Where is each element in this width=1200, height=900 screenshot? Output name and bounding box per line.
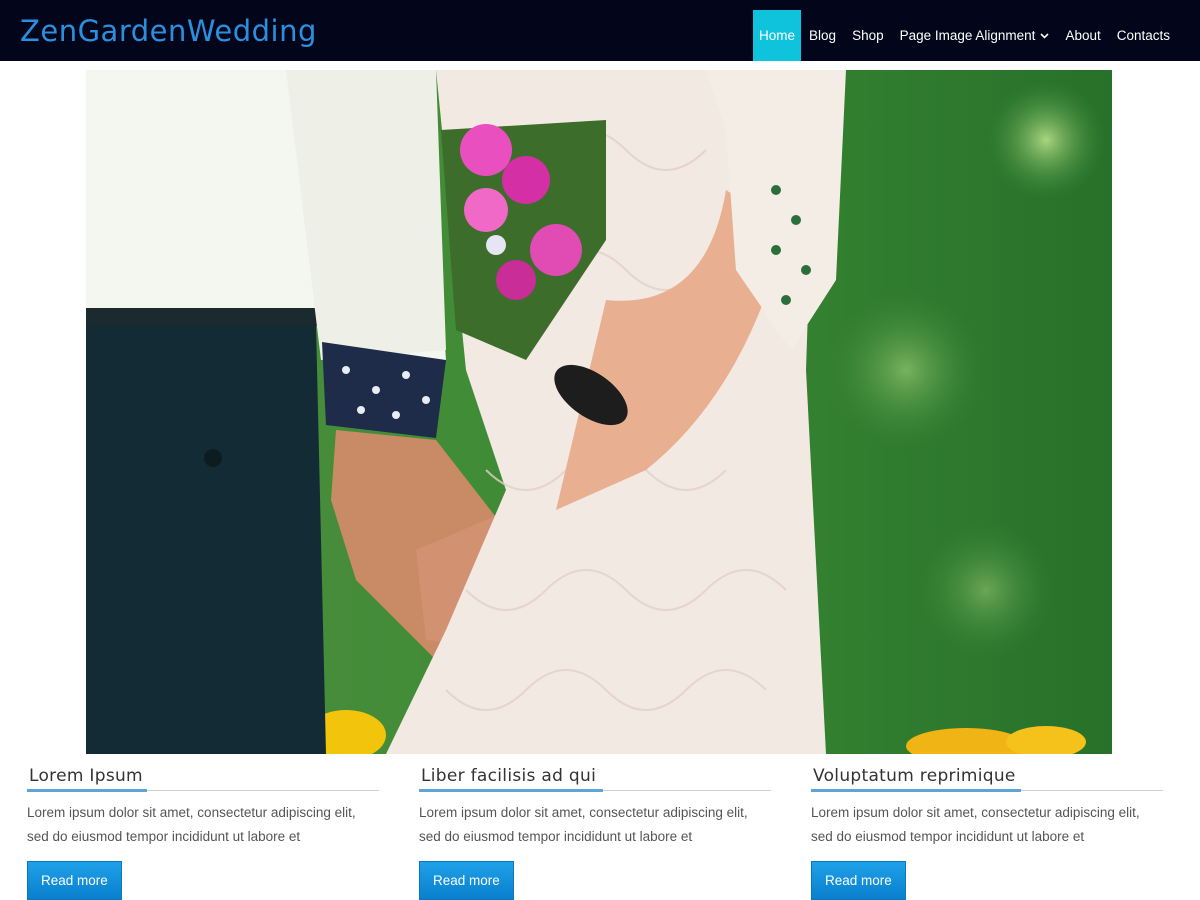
- feature-card: Voluptatum reprimique Lorem ipsum dolor …: [811, 762, 1163, 900]
- site-header: ZenGardenWedding Home Blog Shop Page Ima…: [0, 0, 1200, 61]
- nav-item-label: Contacts: [1116, 28, 1170, 43]
- read-more-button[interactable]: Read more: [27, 861, 122, 900]
- read-more-button[interactable]: Read more: [419, 861, 514, 900]
- title-underline: [27, 789, 147, 792]
- hero-image: [86, 70, 1112, 754]
- nav-item-label: About: [1065, 28, 1101, 43]
- feature-cards: Lorem Ipsum Lorem ipsum dolor sit amet, …: [27, 762, 1167, 900]
- card-title-text: Liber facilisis ad qui: [421, 766, 597, 786]
- card-title: Voluptatum reprimique: [811, 762, 1163, 792]
- card-title: Liber facilisis ad qui: [419, 762, 771, 792]
- nav-item-label: Shop: [852, 28, 884, 43]
- feature-card: Lorem Ipsum Lorem ipsum dolor sit amet, …: [27, 762, 379, 900]
- nav-item-label: Blog: [809, 28, 837, 43]
- feature-card: Liber facilisis ad qui Lorem ipsum dolor…: [419, 762, 771, 900]
- card-title: Lorem Ipsum: [27, 762, 379, 792]
- title-underline: [419, 789, 603, 792]
- nav-item-label: Home: [759, 28, 796, 43]
- nav-item-about[interactable]: About: [1057, 10, 1108, 61]
- nav-item-blog[interactable]: Blog: [801, 10, 844, 61]
- card-title-text: Voluptatum reprimique: [813, 766, 1016, 786]
- nav-item-page-image-alignment[interactable]: Page Image Alignment: [892, 10, 1058, 61]
- chevron-down-icon: [1040, 32, 1050, 39]
- card-body: Lorem ipsum dolor sit amet, consectetur …: [811, 805, 1140, 844]
- read-more-button[interactable]: Read more: [811, 861, 906, 900]
- nav-item-label: Page Image Alignment: [899, 28, 1036, 43]
- nav-item-contacts[interactable]: Contacts: [1109, 10, 1178, 61]
- nav-item-home[interactable]: Home: [753, 10, 802, 61]
- site-logo[interactable]: ZenGardenWedding: [20, 14, 317, 48]
- title-underline: [811, 789, 1021, 792]
- card-title-text: Lorem Ipsum: [29, 766, 143, 786]
- main-nav: Home Blog Shop Page Image Alignment Abou…: [753, 0, 1178, 61]
- nav-item-shop[interactable]: Shop: [844, 10, 892, 61]
- card-body: Lorem ipsum dolor sit amet, consectetur …: [419, 805, 748, 844]
- card-body: Lorem ipsum dolor sit amet, consectetur …: [27, 805, 356, 844]
